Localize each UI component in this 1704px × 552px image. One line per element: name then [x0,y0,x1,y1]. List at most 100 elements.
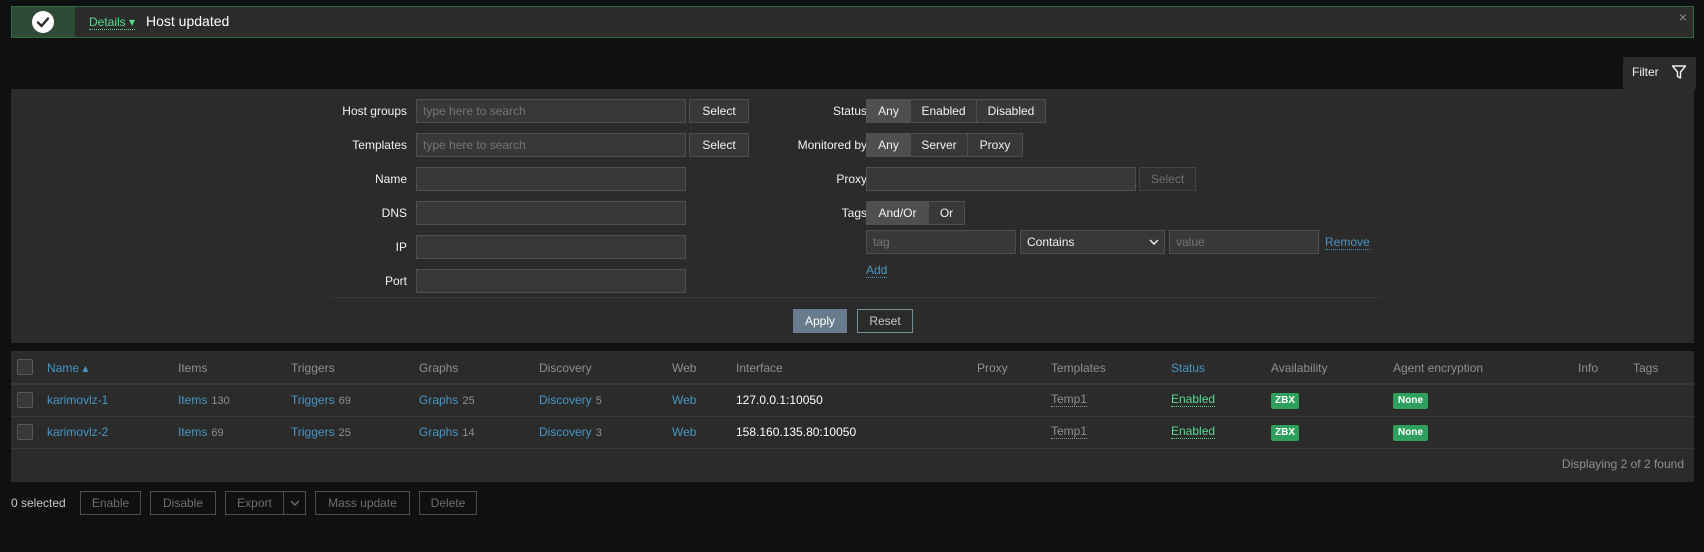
remove-tag-link[interactable]: Remove [1325,235,1370,250]
graphs-count: 14 [462,427,475,439]
discovery-count: 5 [595,395,602,407]
items-cell: Items 69 [178,425,224,439]
status-toggle[interactable]: Enabled [1171,425,1216,439]
filter-tab[interactable]: Filter [1623,57,1696,89]
column-header-graphs: Graphs [419,361,459,375]
graphs-link[interactable]: Graphs [419,425,458,439]
reset-button[interactable]: Reset [857,309,913,333]
items-link[interactable]: Items [178,393,207,407]
interface-value: 158.160.135.80:10050 [736,425,857,439]
column-header-templates: Templates [1051,361,1106,375]
column-header-tags: Tags [1633,361,1659,375]
hosts-table: Name ▴ Items Triggers Graphs Discovery W… [11,351,1694,482]
column-header-availability: Availability [1271,361,1328,375]
port-input[interactable] [416,269,686,293]
close-icon[interactable]: × [1679,9,1687,25]
items-count: 130 [211,395,230,407]
column-header-discovery: Discovery [539,361,592,375]
check-circle-icon [32,11,54,33]
tags-andor-option[interactable]: And/Or [866,201,929,225]
items-cell: Items 130 [178,393,230,407]
discovery-count: 3 [595,427,602,439]
triggers-link[interactable]: Triggers [291,425,335,439]
filter-panel: Host groups Select Templates Select Name… [11,89,1694,343]
monitored-by-label: Monitored by [797,138,867,152]
column-header-agent-encryption: Agent encryption [1393,361,1484,375]
monitored-proxy-option[interactable]: Proxy [967,133,1023,157]
template-link[interactable]: Temp1 [1051,393,1088,407]
chevron-down-icon [290,500,300,517]
enable-button[interactable]: Enable [80,491,141,515]
ip-input[interactable] [416,235,686,259]
discovery-cell: Discovery 5 [539,393,602,407]
status-disabled-option[interactable]: Disabled [976,99,1046,123]
disable-button[interactable]: Disable [150,491,216,515]
tags-or-option[interactable]: Or [928,201,965,225]
pagination-summary: Displaying 2 of 2 found [1561,457,1684,471]
message-text: Host updated [146,13,230,29]
items-link[interactable]: Items [178,425,207,439]
column-header-status[interactable]: Status [1171,361,1205,375]
host-name-link[interactable]: karimovlz-2 [47,425,108,439]
tag-operator-value: Contains [1027,235,1075,249]
triggers-count: 25 [338,427,351,439]
filter-divider [331,297,1381,298]
encryption-badge: None [1393,393,1428,409]
dns-input[interactable] [416,201,686,225]
status-enabled-option[interactable]: Enabled [910,99,977,123]
table-row: karimovlz-1 Items 130 Triggers 69 Graphs 25… [11,385,1694,416]
apply-button[interactable]: Apply [793,309,847,333]
encryption-badge: None [1393,425,1428,441]
status-any-option[interactable]: Any [866,99,911,123]
row-checkbox[interactable] [17,392,33,408]
monitored-any-option[interactable]: Any [866,133,911,157]
proxy-select-button[interactable]: Select [1139,167,1196,191]
table-row: karimovlz-2 Items 69 Triggers 25 Graphs 14 … [11,417,1694,448]
column-header-triggers: Triggers [291,361,335,375]
templates-input[interactable] [416,133,686,157]
items-count: 69 [211,427,224,439]
triggers-link[interactable]: Triggers [291,393,335,407]
export-button[interactable]: Export [225,491,284,515]
row-checkbox[interactable] [17,424,33,440]
success-icon-area [12,7,75,37]
graphs-link[interactable]: Graphs [419,393,458,407]
interface-value: 127.0.0.1:10050 [736,393,823,407]
column-header-proxy: Proxy [977,361,1008,375]
monitored-server-option[interactable]: Server [910,133,968,157]
details-toggle[interactable]: Details ▾ [89,15,136,30]
graphs-count: 25 [462,395,475,407]
host-name-link[interactable]: karimovlz-1 [47,393,108,407]
mass-update-button[interactable]: Mass update [315,491,410,515]
column-header-name[interactable]: Name ▴ [47,361,88,375]
proxy-label: Proxy [836,172,867,186]
chevron-down-icon [1149,231,1159,260]
availability-badge[interactable]: ZBX [1271,393,1299,409]
name-input[interactable] [416,167,686,191]
selected-count: 0 selected [11,496,66,510]
proxy-input[interactable] [866,167,1136,191]
web-link[interactable]: Web [672,425,696,439]
tag-name-input[interactable] [866,230,1016,254]
funnel-icon [1671,64,1687,83]
name-label: Name [374,172,407,186]
dns-label: DNS [381,206,407,220]
delete-button[interactable]: Delete [419,491,477,515]
status-toggle[interactable]: Enabled [1171,393,1216,407]
discovery-link[interactable]: Discovery [539,393,592,407]
select-all-checkbox[interactable] [17,359,33,375]
availability-badge[interactable]: ZBX [1271,425,1299,441]
tag-operator-select[interactable]: Contains [1020,230,1165,254]
tag-value-input[interactable] [1169,230,1319,254]
template-link[interactable]: Temp1 [1051,425,1088,439]
export-dropdown-button[interactable] [283,491,306,515]
column-header-items: Items [178,361,208,375]
host-groups-input[interactable] [416,99,686,123]
triggers-count: 69 [338,395,351,407]
web-link[interactable]: Web [672,393,696,407]
discovery-link[interactable]: Discovery [539,425,592,439]
add-tag-link[interactable]: Add [866,263,888,278]
ip-label: IP [395,240,407,254]
filter-tab-label: Filter [1632,65,1659,79]
column-header-web: Web [672,361,697,375]
